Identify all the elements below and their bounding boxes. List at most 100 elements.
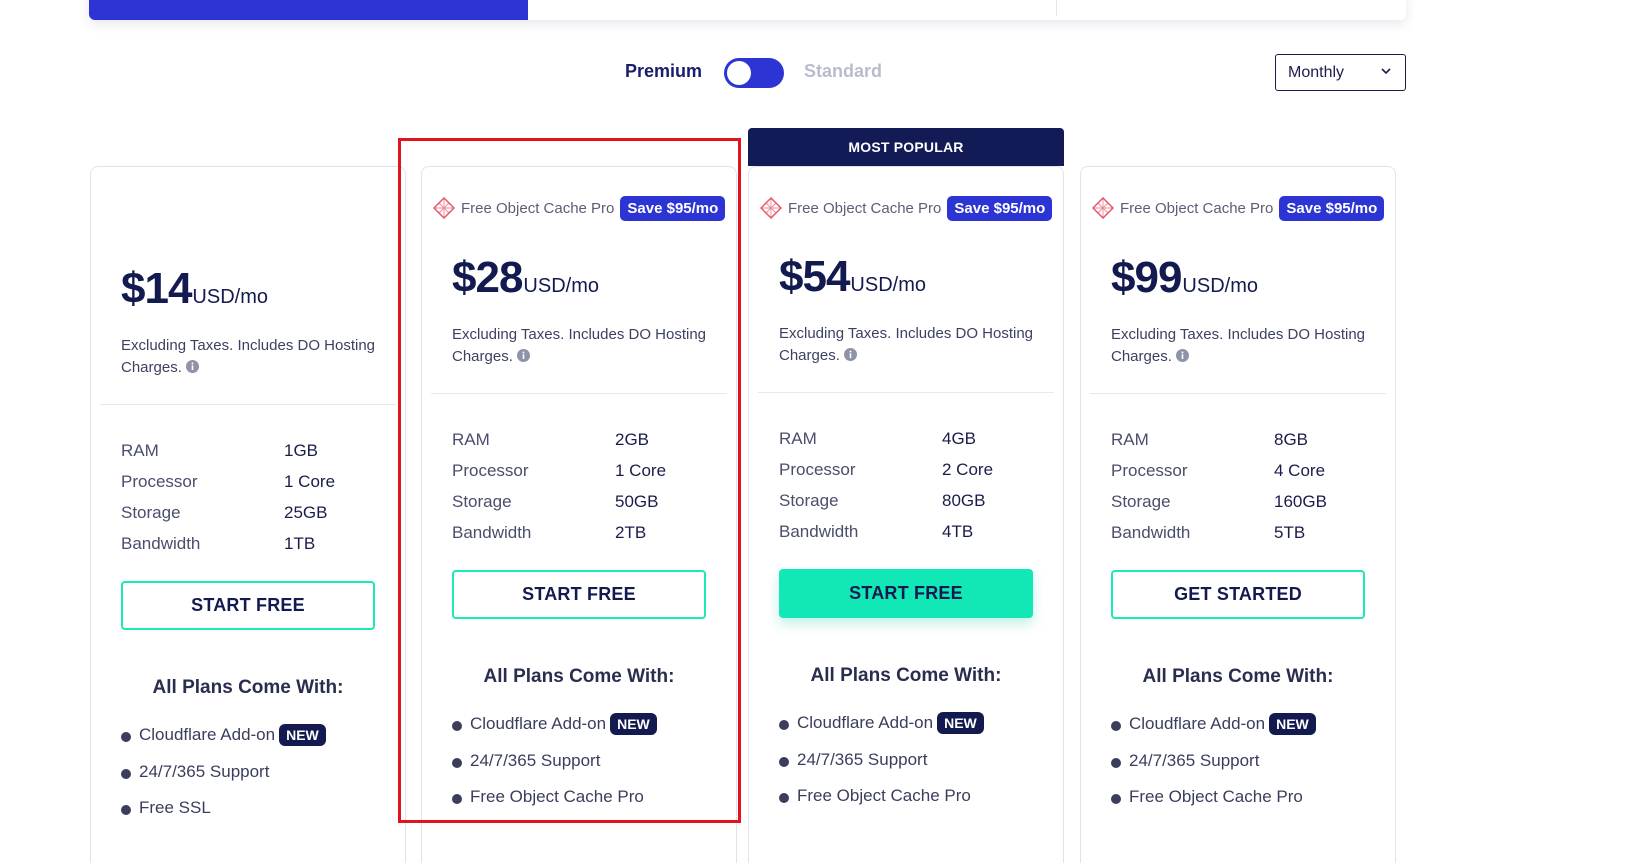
promo-text: Free Object Cache Pro — [461, 199, 615, 217]
feature-text: Free Object Cache Pro — [797, 786, 971, 806]
spec-row: Storage 25GB — [121, 503, 381, 534]
start-free-button[interactable]: START FREE — [121, 581, 375, 630]
spec-value: 160GB — [1274, 492, 1327, 511]
spec-value: 1 Core — [615, 461, 667, 480]
price-unit: USD/mo — [192, 286, 268, 308]
active-category-tab[interactable] — [89, 0, 528, 20]
feature-item: Cloudflare Add-on NEW — [1111, 706, 1401, 743]
feature-text: 24/7/365 Support — [1129, 750, 1260, 770]
spec-label: RAM — [121, 441, 159, 460]
info-icon[interactable] — [1175, 349, 1189, 362]
feature-text: Cloudflare Add-on — [797, 713, 934, 733]
spec-row: Bandwidth 1TB — [121, 534, 381, 565]
plan-price: $99 USD/mo — [1111, 253, 1258, 303]
all-plans-heading: All Plans Come With: — [152, 677, 344, 698]
plan-price: $28 USD/mo — [452, 253, 599, 303]
spec-row: Storage 80GB — [779, 491, 1039, 522]
feature-text: Free Object Cache Pro — [1129, 787, 1303, 807]
feature-list: Cloudflare Add-on NEW 24/7/365 Support Free… — [121, 717, 411, 827]
spec-value: 1TB — [284, 534, 316, 553]
info-icon[interactable] — [516, 349, 530, 362]
card-divider — [100, 404, 396, 405]
spec-row: Processor 1 Core — [452, 461, 712, 492]
plan-specs: RAM 2GB Processor 1 Core Storage 50GB Bandwidt… — [452, 430, 712, 554]
bullet-icon — [779, 720, 789, 731]
feature-item: Free Object Cache Pro — [452, 779, 742, 816]
card-divider — [1090, 393, 1386, 394]
premium-standard-toggle[interactable] — [724, 58, 784, 88]
bullet-icon — [779, 793, 789, 804]
spec-value: 2GB — [615, 430, 650, 449]
price-unit: USD/mo — [850, 274, 926, 296]
save-badge: Save $95/mo — [947, 195, 1053, 221]
price-unit: USD/mo — [523, 275, 599, 297]
feature-text: 24/7/365 Support — [797, 749, 928, 769]
spec-row: RAM 2GB — [452, 430, 712, 461]
tax-note-text: Excluding Taxes. Includes DO Hosting Cha… — [452, 326, 707, 365]
cache-diamond-icon — [760, 197, 782, 219]
bullet-icon — [779, 756, 789, 767]
spec-row: Bandwidth 4TB — [779, 522, 1039, 553]
standard-label[interactable]: Standard — [804, 61, 882, 82]
card-divider — [431, 393, 727, 394]
plan-specs: RAM 4GB Processor 2 Core Storage 80GB Bandwidt… — [779, 429, 1039, 553]
spec-row: Bandwidth 5TB — [1111, 523, 1371, 554]
spec-value: 4GB — [942, 429, 977, 448]
feature-list: Cloudflare Add-on NEW 24/7/365 Support Free… — [452, 706, 742, 816]
billing-period-select[interactable]: Monthly — [1275, 54, 1406, 91]
tab-separator — [1056, 0, 1057, 16]
feature-item: 24/7/365 Support — [452, 743, 742, 780]
new-badge: NEW — [937, 712, 984, 735]
feature-item: Free SSL — [121, 790, 411, 827]
spec-value: 2 Core — [942, 460, 994, 479]
feature-text: 24/7/365 Support — [139, 761, 270, 781]
promo-banner: Free Object Cache Pro Save $95/mo — [1092, 194, 1385, 222]
get-started-button[interactable]: GET STARTED — [1111, 570, 1365, 619]
spec-row: Storage 50GB — [452, 492, 712, 523]
plan-price: $54 USD/mo — [779, 252, 926, 302]
spec-value: 4TB — [942, 522, 974, 541]
feature-text: Free SSL — [139, 798, 211, 818]
feature-list: Cloudflare Add-on NEW 24/7/365 Support Free… — [1111, 706, 1401, 816]
new-badge: NEW — [1269, 713, 1316, 736]
spec-label: Bandwidth — [779, 522, 859, 541]
tax-note: Excluding Taxes. Includes DO Hosting Cha… — [452, 324, 712, 368]
bullet-icon — [1111, 757, 1121, 768]
spec-label: Bandwidth — [121, 534, 201, 553]
feature-text: 24/7/365 Support — [470, 750, 601, 770]
spec-value: 25GB — [284, 503, 328, 522]
spec-label: Storage — [1111, 492, 1171, 511]
start-free-button[interactable]: START FREE — [779, 569, 1033, 618]
feature-text: Cloudflare Add-on — [470, 714, 607, 734]
promo-banner: Free Object Cache Pro Save $95/mo — [433, 194, 726, 222]
feature-item: Free Object Cache Pro — [1111, 779, 1401, 816]
info-icon[interactable] — [185, 360, 199, 373]
spec-label: RAM — [1111, 430, 1149, 449]
tax-note: Excluding Taxes. Includes DO Hosting Cha… — [121, 335, 381, 379]
info-icon[interactable] — [843, 348, 857, 361]
spec-label: Bandwidth — [452, 523, 532, 542]
spec-label: Bandwidth — [1111, 523, 1191, 542]
feature-text: Free Object Cache Pro — [470, 787, 644, 807]
feature-item: Cloudflare Add-on NEW — [779, 705, 1069, 742]
spec-row: Storage 160GB — [1111, 492, 1371, 523]
spec-value: 50GB — [615, 492, 659, 511]
spec-row: Processor 1 Core — [121, 472, 381, 503]
chevron-down-icon — [1381, 68, 1391, 75]
start-free-button[interactable]: START FREE — [452, 570, 706, 619]
spec-label: Storage — [121, 503, 181, 522]
plan-price: $14 USD/mo — [121, 264, 268, 314]
feature-item: Free Object Cache Pro — [779, 778, 1069, 815]
feature-item: 24/7/365 Support — [121, 754, 411, 791]
most-popular-badge: MOST POPULAR — [748, 128, 1064, 166]
spec-label: Processor — [779, 460, 856, 479]
tax-note-text: Excluding Taxes. Includes DO Hosting Cha… — [779, 325, 1034, 364]
spec-row: RAM 1GB — [121, 441, 381, 472]
premium-label[interactable]: Premium — [625, 61, 702, 82]
plan-specs: RAM 1GB Processor 1 Core Storage 25GB Bandwidt… — [121, 441, 381, 565]
feature-item: Cloudflare Add-on NEW — [452, 706, 742, 743]
promo-text: Free Object Cache Pro — [788, 199, 942, 217]
price-unit: USD/mo — [1182, 275, 1258, 297]
bullet-icon — [452, 757, 462, 768]
bullet-icon — [121, 805, 131, 816]
